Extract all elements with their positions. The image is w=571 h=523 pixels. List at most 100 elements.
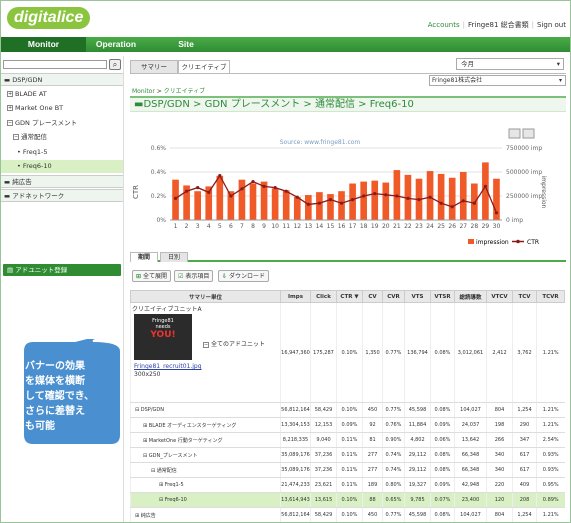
cell-click: 23,621 [310,477,337,493]
accounts-link[interactable]: Accounts [428,21,460,29]
ctr-point [284,189,288,193]
sign-out-link[interactable]: Sign out [537,21,566,29]
expand-icon[interactable]: + [7,91,13,97]
tab-period[interactable]: 期間 [130,252,158,262]
cell-vtsr: 0.06% [430,432,455,448]
x-tick-label: 4 [207,223,211,230]
ctr-point [483,184,487,188]
x-tick-label: 27 [459,223,467,230]
cell-vts: 29,112 [404,462,431,478]
download-button[interactable]: ⇩ ダウンロード [218,270,269,282]
row-name[interactable]: 通常配信 [157,468,177,474]
sidebar-item-freq1-5[interactable]: • Freq1-5 [1,146,123,159]
sidebar-item-ad-network[interactable]: ▬ アドネットワーク [1,189,123,202]
tab-operation[interactable]: Operation [86,37,146,52]
crumb-gdn-placement[interactable]: GDN プレースメント [205,99,301,110]
creative-thumbnail[interactable]: Fringe81 needs YOU! [134,314,192,360]
row-name[interactable]: Freq6-10 [165,497,187,503]
period-select[interactable]: 今月 ▾ [456,58,564,70]
bar-impression [371,180,379,220]
row-name-cell: ⊞ Freq1-5 [130,477,281,493]
col-summary-unit[interactable]: サマリー単位 [130,290,281,303]
documents-link[interactable]: Fringe81 総合書類 [468,21,529,29]
cell-vtcv: 266 [486,432,513,448]
cell-vts: 45,598 [404,507,431,522]
row-name[interactable]: Freq1-5 [165,482,184,488]
sidebar-item-pure-ads[interactable]: ▬ 純広告 [1,175,123,188]
collapse-icon[interactable]: − [7,120,13,126]
search-icon[interactable]: ⌕ [109,59,121,70]
row-name[interactable]: BLADE オーディエンスターゲティング [149,423,237,429]
ctr-point [218,174,222,178]
search-input[interactable] [3,60,107,69]
col-vtsr[interactable]: VTSR [430,290,455,303]
row-name[interactable]: DSP/GDN [141,407,164,413]
col-total[interactable]: 総読導数 [454,290,487,303]
x-tick-label: 28 [471,223,479,230]
expand-icon[interactable]: + [7,105,13,111]
col-tcvr[interactable]: TCVR [536,290,565,303]
y-left-tick: 0% [156,217,166,224]
sidebar-item-gdn-placement[interactable]: − GDN プレースメント [1,117,123,130]
collapse-icon[interactable]: − [203,341,209,348]
table-row: ⊟ GDN_プレースメント 35,089,176 37,236 0.11% 277 0.7… [130,447,565,463]
sidebar-item-freq6-10[interactable]: • Freq6-10 [1,160,123,173]
cell-total: 42,948 [454,477,487,493]
bar-impression [249,183,257,220]
print-icon[interactable] [508,128,521,139]
row-name[interactable]: MarketOne 行動ターゲティング [149,438,223,444]
logo: digitalice [7,7,91,29]
creative-file-link[interactable]: Fringe81_recruit01.jpg [134,363,202,370]
download-icon[interactable] [522,128,535,139]
col-tcv[interactable]: TCV [512,290,537,303]
collapse-icon[interactable]: − [13,134,19,140]
col-vtcv[interactable]: VTCV [486,290,513,303]
cell-imps: 8,218,335 [280,432,311,448]
sidebar-item-market-one[interactable]: + Market One BT [1,102,123,115]
col-click[interactable]: Click [310,290,337,303]
cell-ctr: 0.09% [336,417,363,433]
bar-impression [194,191,201,220]
tab-summary[interactable]: サマリー [130,60,178,73]
tab-daily[interactable]: 日別 [160,252,188,262]
sidebar-item-normal-delivery[interactable]: − 通常配信 [1,131,123,144]
col-vts[interactable]: VTS [404,290,431,303]
ctr-point [461,199,465,203]
register-adunit-button[interactable]: ▤ アドユニット登録 [3,264,121,276]
col-cv[interactable]: CV [362,290,383,303]
x-tick-label: 1 [174,223,178,230]
crumb-dsp-gdn[interactable]: DSP/GDN [143,99,189,110]
ctr-point [362,194,366,198]
cell-total: 104,027 [454,507,487,522]
col-cvr[interactable]: CVR [382,290,405,303]
period-tabs: 期間 日別 [130,252,566,262]
crumb-normal[interactable]: 通常配信 [315,99,355,110]
bar-impression [360,181,367,220]
tab-monitor[interactable]: Monitor [1,37,86,52]
tab-site[interactable]: Site [156,37,216,52]
row-name[interactable]: 純広告 [141,513,156,519]
breadcrumb-monitor[interactable]: Monitor [132,88,155,95]
row-name-cell: ⊟ GDN_プレースメント [130,447,281,463]
y-left-tick: 0.6% [151,145,167,152]
row-name[interactable]: GDN_プレースメント [149,453,198,459]
sidebar-item-dsp-gdn[interactable]: ▬ DSP/GDN [1,73,123,86]
expand-all-icon: ⊞ [136,273,142,280]
row-name-cell: ⊟ Freq6-10 [130,492,281,508]
bar-impression [282,190,290,220]
col-ctr[interactable]: CTR ▼ [336,290,363,303]
ctr-point [373,192,377,196]
cell-ctr: 0.11% [336,462,363,478]
x-tick-label: 3 [196,223,200,230]
expand-all-button[interactable]: ⊞ 全て展開 [132,270,171,282]
cell-vtsr: 0.08% [430,507,455,522]
display-items-button[interactable]: ☑ 表示項目 [174,270,214,282]
x-tick-label: 20 [382,223,390,230]
bar-impression [459,172,467,220]
tab-creative[interactable]: クリエイティブ [178,60,230,73]
col-imps[interactable]: Imps [280,290,311,303]
sidebar-item-blade-at[interactable]: + BLADE AT [1,88,123,101]
cell-total: 66,348 [454,447,487,463]
crumb-separator: > [354,99,370,110]
folder-icon: ▬ [4,76,11,84]
